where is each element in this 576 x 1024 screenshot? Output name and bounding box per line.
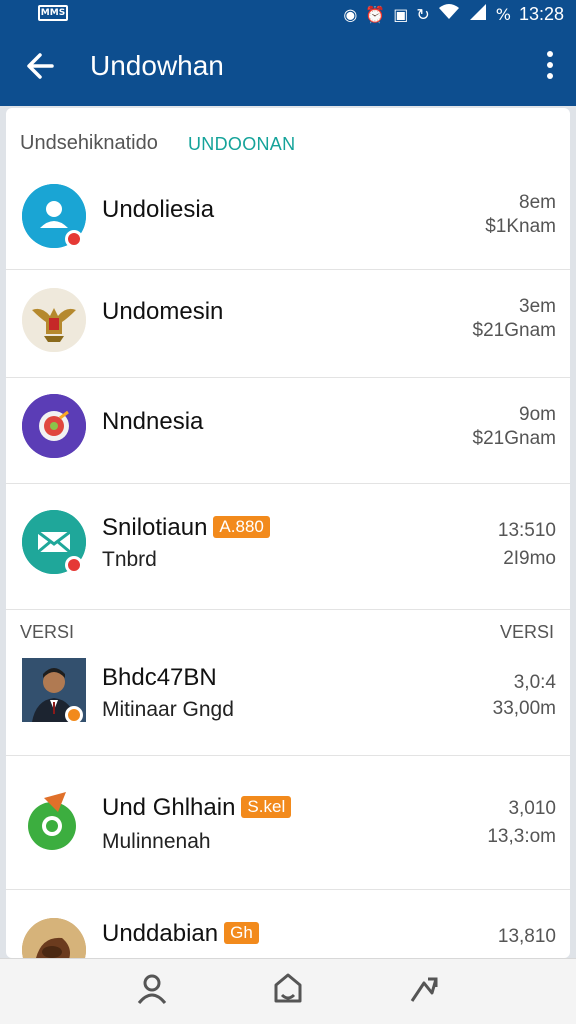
compass-icon	[22, 394, 86, 458]
item-meta-bottom: $1Knam	[485, 216, 556, 237]
item-meta-top: 3,010	[508, 798, 556, 819]
item-meta-bottom: 13,3:om	[487, 826, 556, 847]
wifi-icon	[438, 3, 460, 26]
item-meta-top: 9om	[519, 404, 556, 425]
mms-icon: MMS	[38, 5, 68, 21]
home-icon[interactable]	[268, 969, 308, 1009]
item-name: Bhdc47BN	[102, 664, 217, 691]
item-subtitle: Mulinnenah	[102, 830, 211, 853]
section-title: Undsehiknatido	[20, 132, 158, 154]
status-icons: ◉ ⏰ ▣ ↻ % 13:28	[343, 3, 564, 26]
nfc-icon: ▣	[393, 4, 409, 24]
notification-badge-icon	[65, 230, 83, 248]
item-meta-top: 3,0:4	[513, 672, 556, 693]
bottom-navigation	[0, 958, 576, 1024]
item-name: Snilotiaun A.880	[102, 514, 270, 542]
opera-icon: ◉	[343, 4, 358, 24]
item-meta-bottom: $21Gnam	[472, 320, 556, 341]
item-meta-top: 8em	[519, 192, 556, 213]
garuda-emblem-icon	[22, 288, 86, 352]
share-icon[interactable]	[404, 969, 444, 1009]
list-item[interactable]: Unddabian Gh 13,810	[6, 890, 570, 958]
item-meta-top: 3em	[519, 296, 556, 317]
item-name-text: Snilotiaun	[102, 514, 208, 541]
content-sheet: Undsehiknatido UNDOONAN Undoliesia 8em $…	[6, 108, 570, 958]
list-item[interactable]: Bhdc47BN Mitinaar Gngd 3,0:4 33,00m	[6, 648, 570, 756]
status-bar: MMS ◉ ⏰ ▣ ↻ % 13:28	[0, 0, 576, 28]
section-right-label: VERSI	[499, 622, 554, 642]
item-subtitle: Mitinaar Gngd	[102, 698, 234, 721]
list-item[interactable]: Undoliesia 8em $1Knam	[6, 166, 570, 270]
battery-percent: %	[495, 4, 511, 24]
item-meta-top: 13,810	[497, 926, 556, 947]
chat-bubble-icon	[22, 790, 86, 854]
item-tag: A.880	[213, 516, 270, 538]
item-meta-bottom: $21Gnam	[472, 428, 556, 449]
section-header: Undsehiknatido UNDOONAN	[6, 124, 570, 164]
sync-icon: ↻	[416, 4, 430, 24]
notification-badge-icon	[65, 556, 83, 574]
section-title: VERSI	[20, 622, 75, 642]
list-item[interactable]: Snilotiaun A.880 Tnbrd 13:510 2I9mo	[6, 484, 570, 610]
item-subtitle: Tnbrd	[102, 548, 157, 571]
notification-badge-icon	[65, 706, 83, 724]
coconut-icon	[22, 918, 86, 958]
page-title: Undowhan	[90, 50, 224, 81]
item-name-text: Unddabian	[102, 920, 219, 947]
item-meta-bottom: 2I9mo	[503, 548, 556, 569]
app-bar: Undowhan	[0, 28, 576, 106]
item-name-text: Und Ghlhain	[102, 794, 236, 821]
item-name: Unddabian Gh	[102, 920, 259, 948]
list-item[interactable]: Nndnesia 9om $21Gnam	[6, 378, 570, 484]
item-tag: S.kel	[241, 796, 292, 818]
item-meta-top: 13:510	[497, 520, 556, 541]
clock: 13:28	[518, 4, 564, 24]
list-item[interactable]: Undomesin 3em $21Gnam	[6, 270, 570, 378]
item-meta-bottom: 33,00m	[492, 698, 556, 719]
item-name: Undomesin	[102, 298, 224, 325]
item-tag: Gh	[224, 922, 259, 944]
more-options-icon[interactable]	[544, 50, 556, 82]
section-tab[interactable]: UNDOONAN	[188, 134, 295, 155]
signal-icon	[468, 3, 488, 26]
list-item[interactable]: Und Ghlhain S.kel Mulinnenah 3,010 13,3:o…	[6, 756, 570, 890]
person-icon[interactable]	[132, 969, 172, 1009]
alarm-icon: ⏰	[365, 4, 386, 24]
back-arrow-icon[interactable]	[22, 48, 58, 84]
item-name: Undoliesia	[102, 196, 215, 223]
item-name: Nndnesia	[102, 408, 204, 435]
item-name: Und Ghlhain S.kel	[102, 794, 292, 822]
